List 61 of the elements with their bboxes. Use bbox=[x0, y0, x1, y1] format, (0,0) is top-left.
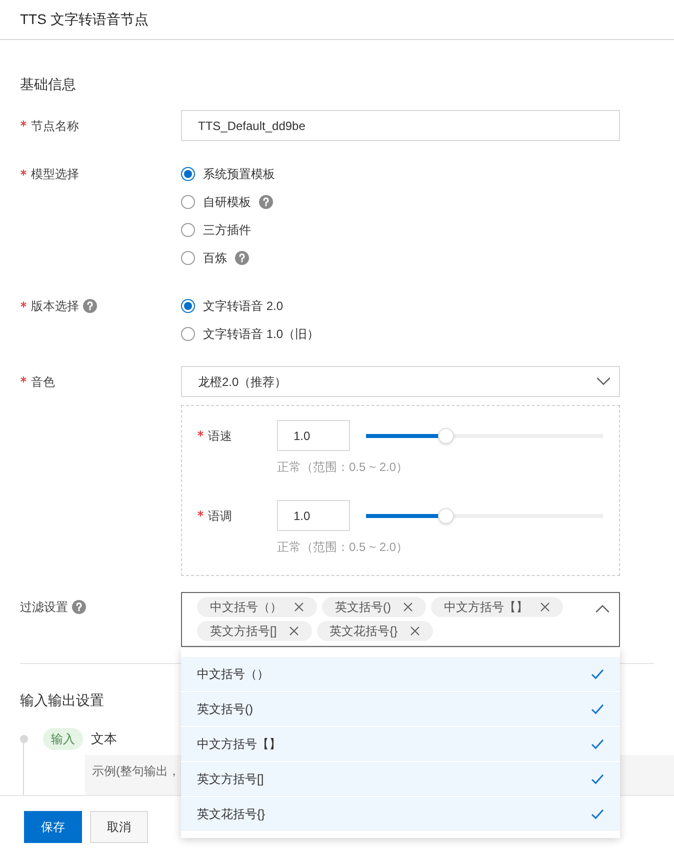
voice-select[interactable]: 龙橙2.0（推荐） bbox=[181, 366, 620, 397]
slider-thumb[interactable] bbox=[438, 428, 454, 444]
radio-button[interactable] bbox=[181, 167, 195, 181]
field-label: 音色 bbox=[31, 374, 55, 390]
save-button[interactable]: 保存 bbox=[24, 810, 82, 842]
radio-button[interactable] bbox=[181, 223, 195, 237]
tag-select[interactable]: 中文括号（） 英文括号() 中文方括号【】 英文方括号[] 英文花括号{} bbox=[181, 592, 620, 647]
help-icon[interactable] bbox=[83, 299, 97, 313]
field-label: 语速 bbox=[208, 428, 232, 444]
close-icon[interactable] bbox=[410, 626, 420, 636]
field-label: 语调 bbox=[208, 508, 232, 524]
dropdown-option[interactable]: 英文花括号{} bbox=[181, 797, 620, 832]
panel-title: TTS 文字转语音节点 bbox=[20, 10, 148, 29]
field-label: 过滤设置 bbox=[20, 599, 68, 616]
check-icon bbox=[591, 808, 604, 820]
radio-button[interactable] bbox=[181, 299, 195, 313]
check-icon bbox=[591, 774, 604, 784]
field-label: 模型选择 bbox=[31, 166, 79, 183]
dropdown-option[interactable]: 英文方括号[] bbox=[181, 762, 620, 797]
cancel-button[interactable]: 取消 bbox=[90, 810, 148, 842]
option-label[interactable]: 百炼 bbox=[203, 249, 227, 267]
field-label: 节点名称 bbox=[31, 118, 79, 134]
chevron-icon[interactable] bbox=[595, 604, 610, 613]
option-label[interactable]: 三方插件 bbox=[203, 221, 251, 239]
tag-label: 英文括号() bbox=[335, 599, 391, 616]
number-field[interactable]: 1.0 bbox=[276, 420, 350, 451]
option-label[interactable]: 自研模板 bbox=[203, 193, 251, 211]
tag-label: 中文括号（） bbox=[210, 599, 282, 616]
section-title: 输入输出设置 bbox=[20, 691, 104, 710]
number-field[interactable]: 1.0 bbox=[276, 500, 350, 531]
tag-label: 英文方括号[] bbox=[210, 623, 277, 640]
tag-label: 中文方括号【】 bbox=[444, 599, 528, 616]
option-label[interactable]: 系统预置模板 bbox=[203, 165, 275, 183]
close-icon[interactable] bbox=[540, 602, 550, 612]
dropdown-option[interactable]: 中文括号（） bbox=[181, 657, 620, 692]
help-icon[interactable] bbox=[72, 600, 86, 614]
close-icon[interactable] bbox=[403, 602, 413, 612]
close-icon[interactable] bbox=[294, 602, 304, 612]
radio-button[interactable] bbox=[181, 251, 195, 265]
help-icon[interactable] bbox=[235, 251, 249, 265]
help-icon[interactable] bbox=[259, 195, 273, 209]
check-icon bbox=[591, 668, 604, 680]
section-title: 基础信息 bbox=[20, 75, 77, 94]
radio-button[interactable] bbox=[181, 327, 195, 341]
hint-text: 正常（范围：0.5 ~ 2.0） bbox=[277, 539, 410, 556]
input-label: 文本 bbox=[91, 730, 117, 748]
dropdown-option[interactable]: 英文括号() bbox=[181, 692, 620, 727]
option-label[interactable]: 文字转语音 2.0 bbox=[203, 297, 284, 315]
close-icon[interactable] bbox=[288, 626, 299, 636]
input-badge: 输入 bbox=[43, 728, 83, 750]
chevron-icon[interactable] bbox=[596, 377, 611, 386]
dropdown-option[interactable]: 中文方括号【】 bbox=[181, 727, 620, 762]
slider-thumb[interactable] bbox=[438, 508, 454, 524]
check-icon bbox=[591, 704, 604, 714]
text-field[interactable]: TTS_Default_dd9be bbox=[181, 110, 620, 141]
tag-label: 英文花括号{} bbox=[330, 623, 398, 640]
radio-button[interactable] bbox=[181, 195, 195, 209]
hint-text: 正常（范围：0.5 ~ 2.0） bbox=[277, 459, 410, 476]
check-icon bbox=[591, 738, 604, 750]
option-label[interactable]: 文字转语音 1.0（旧） bbox=[203, 325, 320, 343]
field-label: 版本选择 bbox=[31, 298, 79, 315]
